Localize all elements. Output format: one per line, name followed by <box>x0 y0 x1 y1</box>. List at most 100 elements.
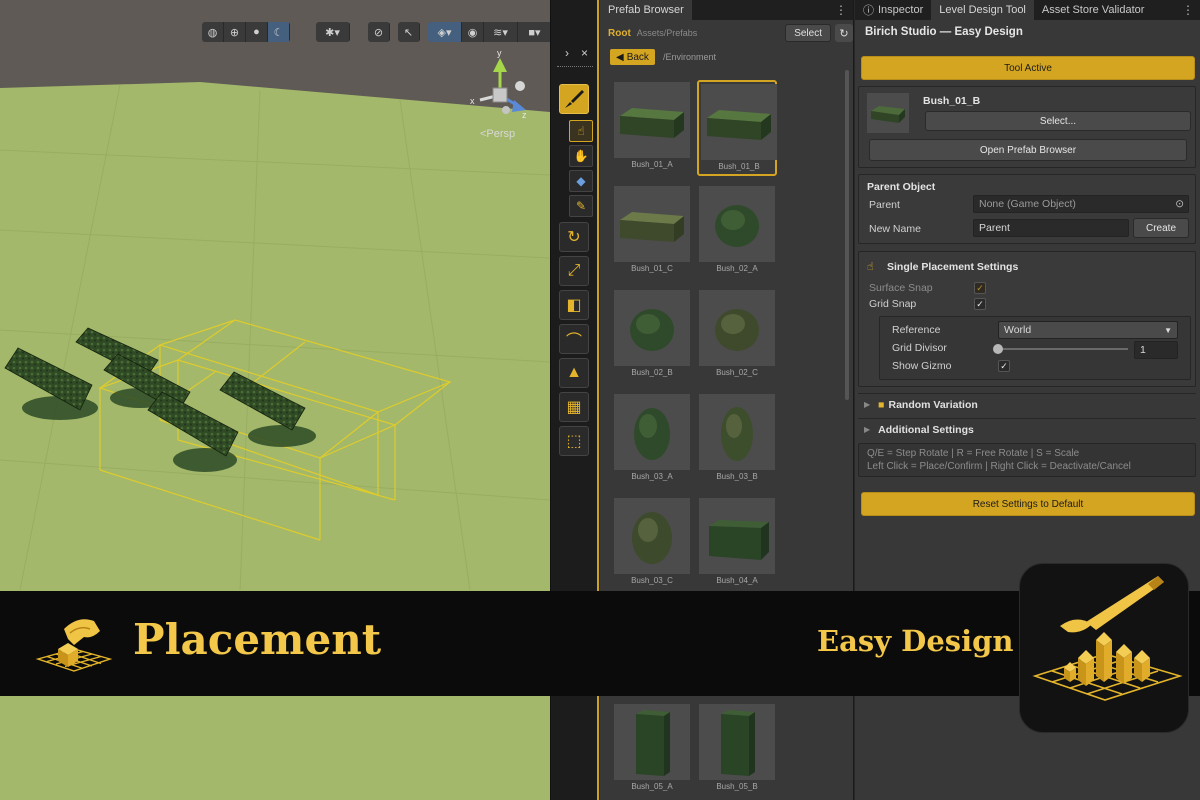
tab-level-design-tool[interactable]: Level Design Tool <box>931 0 1034 20</box>
prefab-item[interactable]: Bush_05_A <box>612 702 692 798</box>
prefab-item-label: Bush_05_A <box>631 782 673 791</box>
reference-dropdown[interactable]: World ▼ <box>998 321 1178 339</box>
help-line-1: Q/E = Step Rotate | R = Free Rotate | S … <box>867 448 1080 459</box>
bush-thumb-icon <box>721 710 755 776</box>
prefab-thumbnail <box>699 498 775 574</box>
scale-tool-button[interactable]: ⤢ <box>559 256 589 286</box>
prefab-thumbnail <box>614 290 690 366</box>
tab-prefab-browser[interactable]: Prefab Browser <box>600 0 692 20</box>
prefab-item[interactable]: Bush_03_C <box>612 496 692 592</box>
selection-tool-button[interactable]: ⬚ <box>559 426 589 456</box>
path-breadcrumb: Assets/Prefabs <box>636 28 698 38</box>
eraser-tool-button[interactable]: ◧ <box>559 290 589 320</box>
grid-divisor-slider-track[interactable] <box>993 344 1128 354</box>
hand-line-subtool[interactable]: ✋ <box>569 145 593 167</box>
audio-off-icon[interactable]: ⊘ <box>368 22 390 42</box>
show-gizmo-checkbox[interactable]: ✓ <box>998 360 1010 372</box>
prefab-item[interactable]: Bush_02_A <box>697 184 777 280</box>
prefab-thumbnail <box>699 290 775 366</box>
object-picker-icon[interactable]: ⊙ <box>1175 198 1184 210</box>
tab-inspector[interactable]: ⓘ Inspector <box>855 0 932 20</box>
random-variation-label: Random Variation <box>888 398 978 411</box>
camera-icon[interactable]: ■▾ <box>518 22 552 42</box>
shapes-tool-button[interactable]: ▲ <box>559 358 589 388</box>
parent-object-heading: Parent Object <box>867 181 936 193</box>
cursor-icon[interactable]: ↖ <box>398 22 420 42</box>
prefab-item[interactable]: Bush_03_A <box>612 392 692 488</box>
scene-toolbar: ◍ ⊕ ● ☾ ✱▾ ⊘ ↖ ◈▾ ◉ ≋▾ ■▾ ⊕▾ <box>0 0 600 42</box>
circle-icon[interactable]: ● <box>246 22 268 42</box>
stamp-icon: ◆ <box>576 174 586 188</box>
prefab-item[interactable]: Bush_05_B <box>697 702 777 798</box>
kebab-menu-icon[interactable]: ⋮ <box>835 3 847 17</box>
curve-tool-button[interactable]: ⌒ <box>559 324 589 354</box>
reset-settings-button[interactable]: Reset Settings to Default <box>861 492 1195 516</box>
folder-path: /Environment <box>662 52 716 62</box>
strip-drag-handle[interactable] <box>557 66 593 68</box>
reference-value: World <box>1004 324 1032 336</box>
prefab-item-label: Bush_05_B <box>716 782 758 791</box>
inspector-menu-icon[interactable]: ⋮ <box>1182 3 1194 17</box>
help-line-2: Left Click = Place/Confirm | Right Click… <box>867 461 1131 472</box>
new-name-input[interactable]: Parent <box>973 219 1129 237</box>
globe-grid-icon[interactable]: ⊕ <box>224 22 246 42</box>
prefab-item[interactable]: Bush_02_C <box>697 288 777 384</box>
select-folder-button[interactable]: Select <box>785 24 831 42</box>
prefab-item-label: Bush_01_B <box>718 162 760 171</box>
tool-active-button[interactable]: Tool Active <box>861 56 1195 80</box>
hand-place-subtool[interactable]: ☝ <box>569 120 593 142</box>
prefab-item[interactable]: Bush_01_C <box>612 184 692 280</box>
prefab-item[interactable]: Bush_03_B <box>697 392 777 488</box>
prefab-scrollbar[interactable] <box>845 70 849 400</box>
placement-hand-icon <box>35 619 113 672</box>
bush-thumb-icon <box>636 710 670 776</box>
additional-settings-foldout[interactable]: ▶ Additional Settings <box>858 418 1196 440</box>
stamp-subtool[interactable]: ◆ <box>569 170 593 192</box>
eye-icon[interactable]: ◉ <box>462 22 484 42</box>
moon-icon[interactable]: ☾ <box>268 22 290 42</box>
stack-icon[interactable]: ≋▾ <box>484 22 518 42</box>
grid-divisor-slider-handle[interactable] <box>993 344 1003 354</box>
chevron-right-icon[interactable]: › <box>565 46 569 60</box>
cube-icon: ■ <box>878 398 885 411</box>
globe-icon[interactable]: ◍ <box>202 22 224 42</box>
banner-title: Placement <box>133 615 382 664</box>
select-prefab-button[interactable]: Select... <box>925 111 1191 131</box>
rotate-tool-button[interactable]: ↻ <box>559 222 589 252</box>
chevron-down-icon: ▼ <box>1164 325 1172 335</box>
open-prefab-browser-button[interactable]: Open Prefab Browser <box>869 139 1187 161</box>
scale-icon: ⤢ <box>567 262 581 279</box>
create-parent-button[interactable]: Create <box>1133 218 1189 238</box>
perspective-label[interactable]: <Persp <box>480 128 515 140</box>
chevron-right-icon: ▶ <box>864 425 871 434</box>
random-variation-foldout[interactable]: ▶ ■ Random Variation <box>858 393 1196 415</box>
strip-header: › × <box>551 44 599 74</box>
selected-prefab-thumbnail <box>867 93 909 133</box>
parent-object-field[interactable]: None (Game Object) ⊙ <box>973 195 1189 213</box>
reference-label: Reference <box>892 324 941 336</box>
layers-icon[interactable]: ◈▾ <box>428 22 462 42</box>
grid-divisor-input[interactable]: 1 <box>1134 341 1178 359</box>
tab-asset-store-validator[interactable]: Asset Store Validator <box>1033 0 1153 20</box>
single-placement-box: ☝ Single Placement Settings Surface Snap… <box>858 251 1196 387</box>
prefab-path-row: Root Assets/Prefabs Select ↻ <box>600 20 853 46</box>
prefab-item[interactable]: Bush_04_A <box>697 496 777 592</box>
grid-divisor-label: Grid Divisor <box>892 342 947 354</box>
close-icon[interactable]: × <box>581 46 588 60</box>
prefab-item[interactable]: Bush_02_B <box>612 288 692 384</box>
prefab-item[interactable]: Bush_01_A <box>612 80 692 176</box>
selection-icon: ⬚ <box>566 433 582 450</box>
refresh-icon[interactable]: ↻ <box>835 24 853 42</box>
paint-subtool[interactable]: ✎ <box>569 195 593 217</box>
bug-icon[interactable]: ✱▾ <box>316 22 350 42</box>
surface-snap-checkbox[interactable]: ✓ <box>974 282 986 294</box>
brush-tool-button[interactable] <box>559 84 589 114</box>
root-breadcrumb[interactable]: Root <box>608 28 631 39</box>
grid-snap-checkbox[interactable]: ✓ <box>974 298 986 310</box>
bush-thumb-icon <box>715 309 759 351</box>
back-button[interactable]: ◀ Back <box>610 49 655 65</box>
prefab-item[interactable]: Bush_01_B <box>697 80 777 176</box>
grid-icon: ▦ <box>566 399 582 416</box>
grid-tool-button[interactable]: ▦ <box>559 392 589 422</box>
prefab-thumbnail <box>614 82 690 158</box>
